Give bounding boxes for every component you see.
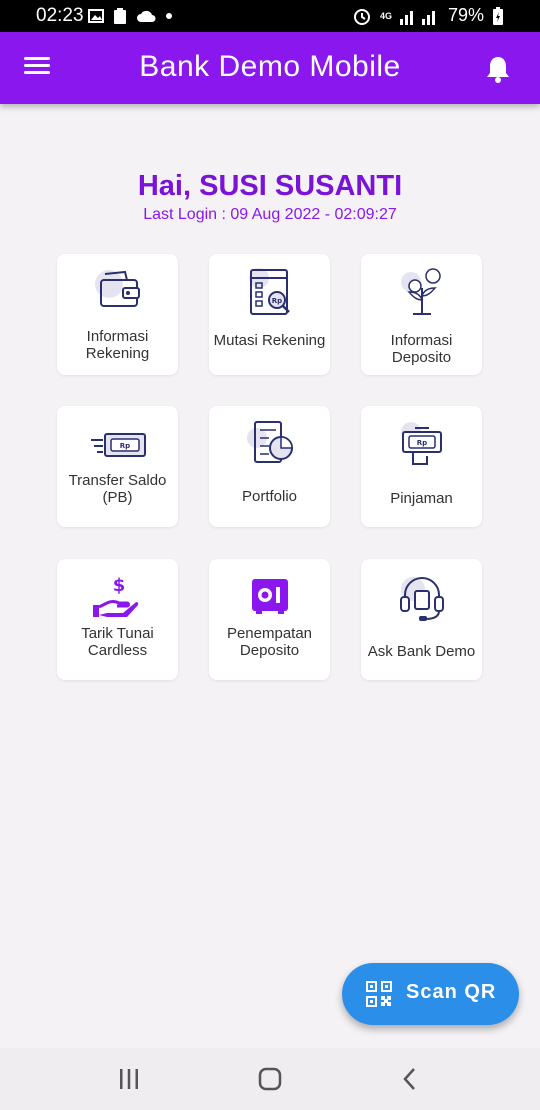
tile-label: Informasi Rekening xyxy=(85,328,150,362)
menu-penempatan-deposito[interactable]: Penempatan Deposito xyxy=(209,559,330,680)
money-transfer-icon: Rp xyxy=(90,433,146,457)
signal-icon xyxy=(399,10,435,25)
menu-informasi-rekening[interactable]: Informasi Rekening xyxy=(57,254,178,375)
back-icon[interactable] xyxy=(397,1066,423,1092)
statement-icon: Rp xyxy=(248,268,290,315)
status-bar: 02:23 4G 79% xyxy=(0,0,540,32)
svg-text:$: $ xyxy=(112,575,125,596)
tile-label: Penempatan Deposito xyxy=(226,625,313,659)
last-login-text: Last Login : 09 Aug 2022 - 02:09:27 xyxy=(143,206,397,223)
recent-apps-icon[interactable] xyxy=(116,1066,142,1092)
scan-qr-label: Scan QR xyxy=(406,981,497,1003)
cloud-icon xyxy=(137,10,156,22)
tile-label: Mutasi Rekening xyxy=(213,332,326,349)
network-type: 4G xyxy=(379,10,392,21)
status-time: 02:23 xyxy=(36,5,84,26)
portfolio-icon xyxy=(246,421,293,463)
menu-informasi-deposito[interactable]: Informasi Deposito xyxy=(361,254,482,375)
svg-text:Rp: Rp xyxy=(271,297,281,305)
tile-label: Tarik Tunai Cardless xyxy=(81,625,154,659)
menu-mutasi-rekening[interactable]: Rp Mutasi Rekening xyxy=(209,254,330,375)
app-title: Bank Demo Mobile xyxy=(139,50,401,83)
notification-bell-icon[interactable] xyxy=(484,54,512,84)
menu-tarik-tunai-cardless[interactable]: $ Tarik Tunai Cardless xyxy=(57,559,178,680)
system-nav-bar xyxy=(0,1048,540,1110)
greeting-title: Hai, SUSI SUSANTI xyxy=(137,170,403,202)
loan-icon: Rp xyxy=(400,422,442,465)
tile-label: Pinjaman xyxy=(390,490,453,507)
home-icon[interactable] xyxy=(257,1066,283,1092)
tile-label: Ask Bank Demo xyxy=(367,643,476,660)
tile-label: Portfolio xyxy=(241,488,298,505)
wallet-icon xyxy=(94,270,140,307)
menu-transfer-saldo[interactable]: Rp Transfer Saldo (PB) xyxy=(57,406,178,527)
app-bar: Bank Demo Mobile xyxy=(0,32,540,104)
battery-charging-icon xyxy=(493,6,503,25)
menu-portfolio[interactable]: Portfolio xyxy=(209,406,330,527)
scan-qr-button[interactable]: Scan QR xyxy=(342,963,519,1025)
svg-text:Rp: Rp xyxy=(119,442,129,450)
money-plant-icon xyxy=(400,268,441,315)
notification-dot-icon xyxy=(166,13,172,19)
battery-level: 79% xyxy=(447,5,484,25)
clipboard-icon xyxy=(114,8,126,24)
cash-hand-icon: $ xyxy=(92,575,138,617)
tile-label: Informasi Deposito xyxy=(390,332,453,366)
svg-text:Rp: Rp xyxy=(416,439,426,447)
qr-code-icon xyxy=(366,981,392,1007)
gallery-icon xyxy=(88,9,104,23)
menu-ask-bank-demo[interactable]: Ask Bank Demo xyxy=(361,559,482,680)
headset-icon xyxy=(399,577,444,621)
menu-pinjaman[interactable]: Rp Pinjaman xyxy=(361,406,482,527)
alarm-icon xyxy=(353,8,370,25)
tile-label: Transfer Saldo (PB) xyxy=(68,472,167,506)
safe-icon xyxy=(251,579,288,614)
